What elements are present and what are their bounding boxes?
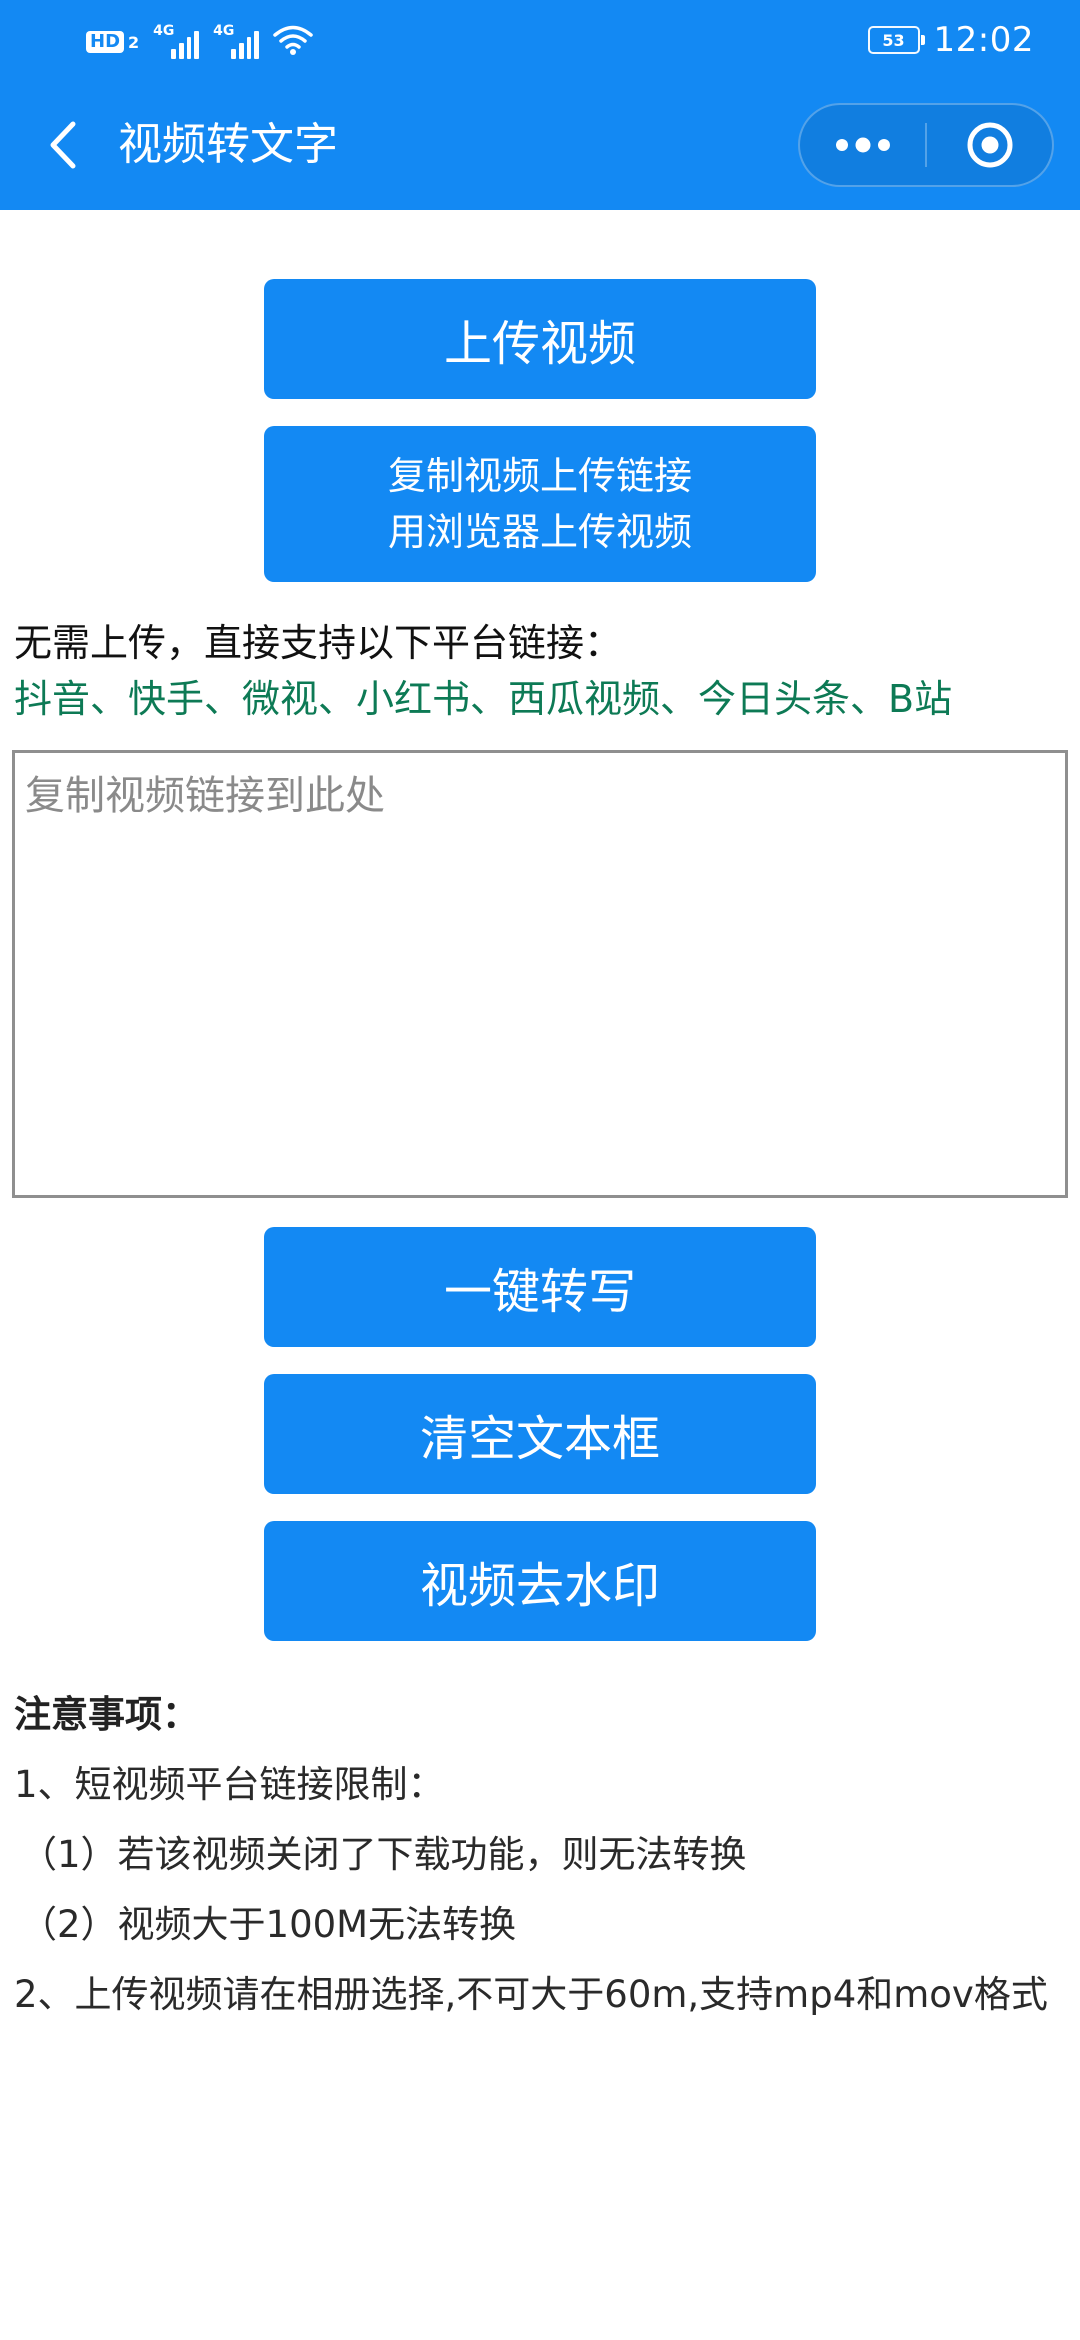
note-item: 1、短视频平台链接限制：: [14, 1763, 445, 1806]
clock: 12:02: [933, 20, 1034, 60]
target-circle-icon: [967, 122, 1012, 168]
back-button[interactable]: [34, 117, 90, 173]
upload-video-button[interactable]: 上传视频: [264, 279, 816, 399]
battery-icon: 53: [867, 26, 925, 54]
video-link-input-box: [12, 750, 1068, 1198]
supported-platforms: 抖音、快手、微视、小红书、西瓜视频、今日头条、B站: [14, 677, 953, 721]
chevron-left-icon: [50, 121, 76, 169]
note-item: 2、上传视频请在相册选择,不可大于60m,支持mp4和mov格式: [14, 1973, 1048, 2016]
signal-icon: 4G: [153, 23, 200, 59]
convert-button[interactable]: 一键转写: [264, 1227, 816, 1347]
mini-program-capsule: [798, 103, 1054, 187]
wifi-icon: [273, 24, 313, 60]
note-sub-item: （2）视频大于100M无法转换: [20, 1903, 517, 1946]
top-bar: HD 2 4G 4G 53 12:02 视频转文字: [0, 0, 1080, 210]
notes-section: 注意事项： 1、短视频平台链接限制： （1）若该视频关闭了下载功能，则无法转换 …: [14, 1680, 1064, 2030]
notes-title: 注意事项：: [14, 1693, 199, 1736]
status-bar-right: 53 12:02: [867, 18, 1034, 62]
signal-icon: 4G: [213, 23, 260, 59]
video-link-input[interactable]: [15, 753, 1065, 1195]
more-dots-icon: [835, 137, 890, 153]
page-title: 视频转文字: [118, 119, 338, 170]
navigation-bar: 视频转文字: [0, 95, 1080, 195]
clear-textbox-button[interactable]: 清空文本框: [264, 1374, 816, 1494]
status-bar-left: HD 2 4G 4G: [86, 22, 313, 62]
copy-upload-link-button[interactable]: 复制视频上传链接 用浏览器上传视频: [264, 426, 816, 582]
remove-watermark-button[interactable]: 视频去水印: [264, 1521, 816, 1641]
hd-voice-icon: HD 2: [86, 31, 139, 53]
no-upload-hint: 无需上传，直接支持以下平台链接：: [14, 621, 623, 665]
more-button[interactable]: [800, 105, 925, 185]
close-mini-program-button[interactable]: [927, 105, 1052, 185]
note-sub-item: （1）若该视频关闭了下载功能，则无法转换: [20, 1833, 747, 1876]
